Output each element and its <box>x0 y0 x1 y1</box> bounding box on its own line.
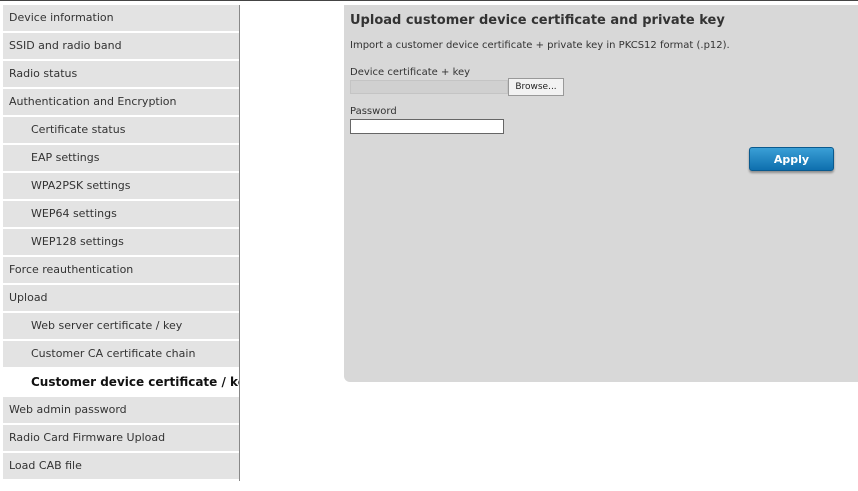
sidebar-item-wpa2psk-settings[interactable]: WPA2PSK settings <box>3 173 239 201</box>
sidebar-nav: Device information SSID and radio band R… <box>3 5 240 481</box>
sidebar-item-customer-ca-chain[interactable]: Customer CA certificate chain <box>3 341 239 369</box>
sidebar-item-wep64-settings[interactable]: WEP64 settings <box>3 201 239 229</box>
sidebar-item-ssid-radio-band[interactable]: SSID and radio band <box>3 33 239 61</box>
sidebar-item-authentication-encryption[interactable]: Authentication and Encryption <box>3 89 239 117</box>
content-panel: Upload customer device certificate and p… <box>344 5 858 382</box>
sidebar-item-radio-card-firmware-upload[interactable]: Radio Card Firmware Upload <box>3 425 239 453</box>
apply-button[interactable]: Apply <box>749 147 834 171</box>
sidebar-item-certificate-status[interactable]: Certificate status <box>3 117 239 145</box>
page-description: Import a customer device certificate + p… <box>350 40 730 51</box>
password-field-label: Password <box>350 106 397 117</box>
browse-button[interactable]: Browse... <box>508 78 564 96</box>
page-title: Upload customer device certificate and p… <box>350 13 725 28</box>
top-border <box>0 0 858 1</box>
sidebar-item-device-information[interactable]: Device information <box>3 5 239 33</box>
sidebar-item-load-cab-file[interactable]: Load CAB file <box>3 453 239 481</box>
sidebar-item-force-reauthentication[interactable]: Force reauthentication <box>3 257 239 285</box>
sidebar-item-customer-device-certificate[interactable]: Customer device certificate / key <box>3 369 239 397</box>
certificate-field-label: Device certificate + key <box>350 67 471 78</box>
sidebar-item-wep128-settings[interactable]: WEP128 settings <box>3 229 239 257</box>
password-input[interactable] <box>350 119 504 134</box>
sidebar-item-upload[interactable]: Upload <box>3 285 239 313</box>
sidebar-item-web-server-certificate[interactable]: Web server certificate / key <box>3 313 239 341</box>
sidebar-item-radio-status[interactable]: Radio status <box>3 61 239 89</box>
sidebar-item-eap-settings[interactable]: EAP settings <box>3 145 239 173</box>
sidebar-item-web-admin-password[interactable]: Web admin password <box>3 397 239 425</box>
certificate-file-field[interactable] <box>350 80 508 94</box>
